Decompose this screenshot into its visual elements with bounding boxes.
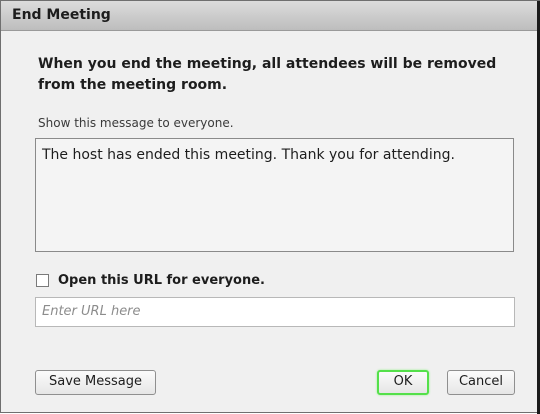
open-url-label[interactable]: Open this URL for everyone.: [58, 273, 265, 288]
message-label: Show this message to everyone.: [38, 116, 234, 130]
ok-button[interactable]: OK: [377, 370, 429, 395]
warning-heading: When you end the meeting, all attendees …: [38, 56, 497, 93]
url-input[interactable]: Enter URL here: [35, 297, 515, 327]
save-message-button[interactable]: Save Message: [35, 370, 156, 395]
end-meeting-dialog: End Meeting When you end the meeting, al…: [0, 0, 540, 414]
dialog-titlebar[interactable]: End Meeting: [1, 1, 540, 31]
cancel-button[interactable]: Cancel: [447, 370, 515, 395]
dialog-title: End Meeting: [12, 7, 111, 23]
message-textarea[interactable]: The host has ended this meeting. Thank y…: [35, 138, 514, 252]
open-url-checkbox[interactable]: [36, 274, 49, 287]
